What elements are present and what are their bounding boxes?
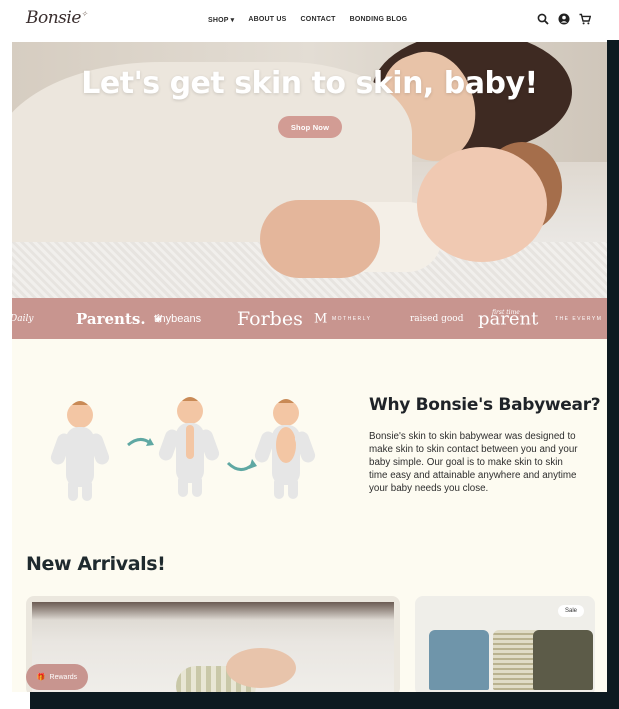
babywear-illustration — [50, 397, 316, 501]
page: Bonsie✧ SHOP ▾ ABOUT US CONTACT BONDING … — [12, 0, 607, 692]
search-icon[interactable] — [537, 13, 549, 25]
nav-shop[interactable]: SHOP ▾ — [208, 16, 234, 24]
shop-now-button[interactable]: Shop Now — [278, 116, 342, 138]
press-logos-bar: Daily Parents. ❦ tinybeans Forbes M MOTH… — [12, 298, 607, 339]
nav-contact[interactable]: CONTACT — [301, 16, 336, 24]
why-section-body: Bonsie's skin to skin babywear was desig… — [369, 431, 578, 494]
hero-headline: Let's get skin to skin, baby! — [81, 66, 538, 101]
baby-figure-3 — [254, 399, 316, 499]
logo-text: Bonsie — [26, 8, 81, 28]
product-image-2-shirt-olive — [533, 630, 593, 690]
rewards-label: Rewards — [49, 673, 78, 681]
nav-about-us[interactable]: ABOUT US — [248, 16, 286, 24]
arrow-1 — [127, 438, 151, 447]
site-header: Bonsie✧ SHOP ▾ ABOUT US CONTACT BONDING … — [12, 0, 607, 42]
press-logo-raised-good: raised good — [410, 313, 464, 324]
main-nav: SHOP ▾ ABOUT US CONTACT BONDING BLOG — [208, 16, 407, 24]
press-logo-parent: parent — [478, 308, 539, 329]
chevron-down-icon: ▾ — [230, 17, 235, 24]
cart-icon[interactable] — [579, 13, 591, 25]
product-image-1-shadow — [32, 602, 394, 620]
press-logo-everymom: THE EVERYM — [555, 315, 603, 322]
press-logo-motherly: MOTHERLY — [332, 315, 372, 322]
press-logo-parents: Parents. — [76, 309, 146, 328]
press-logo-forbes: Forbes — [237, 307, 303, 330]
press-logo-tinybeans-label: tinybeans — [154, 312, 202, 325]
frame-shadow — [607, 40, 619, 695]
baby-figure-1 — [50, 401, 110, 501]
frame-bottom — [30, 692, 619, 709]
arrow-2 — [226, 461, 253, 471]
press-logo-daily: Daily — [12, 313, 34, 324]
logo[interactable]: Bonsie✧ — [26, 8, 88, 28]
why-section-title: Why Bonsie's Babywear? — [369, 395, 601, 415]
rewards-button[interactable]: 🎁 Rewards — [26, 664, 88, 690]
product-image-1-foot — [226, 648, 296, 688]
hero-image-hand — [260, 200, 380, 278]
nav-shop-label: SHOP — [208, 17, 229, 24]
account-icon[interactable] — [558, 13, 570, 25]
hero-banner: Let's get skin to skin, baby! Shop Now — [12, 42, 607, 298]
hero-image-baby-face — [417, 147, 547, 262]
sale-badge: Sale — [558, 605, 584, 617]
baby-figure-2 — [158, 397, 220, 497]
gift-icon: 🎁 — [36, 674, 46, 681]
nav-bonding-blog[interactable]: BONDING BLOG — [350, 16, 408, 24]
product-card-2[interactable]: Sale — [415, 596, 595, 692]
header-icons — [537, 13, 591, 25]
sparkle-icon: ✧ — [80, 9, 88, 19]
product-image-2-shirt-blue — [429, 630, 489, 690]
new-arrivals-title: New Arrivals! — [26, 553, 166, 575]
press-logo-motherly-mark: M — [314, 311, 328, 326]
